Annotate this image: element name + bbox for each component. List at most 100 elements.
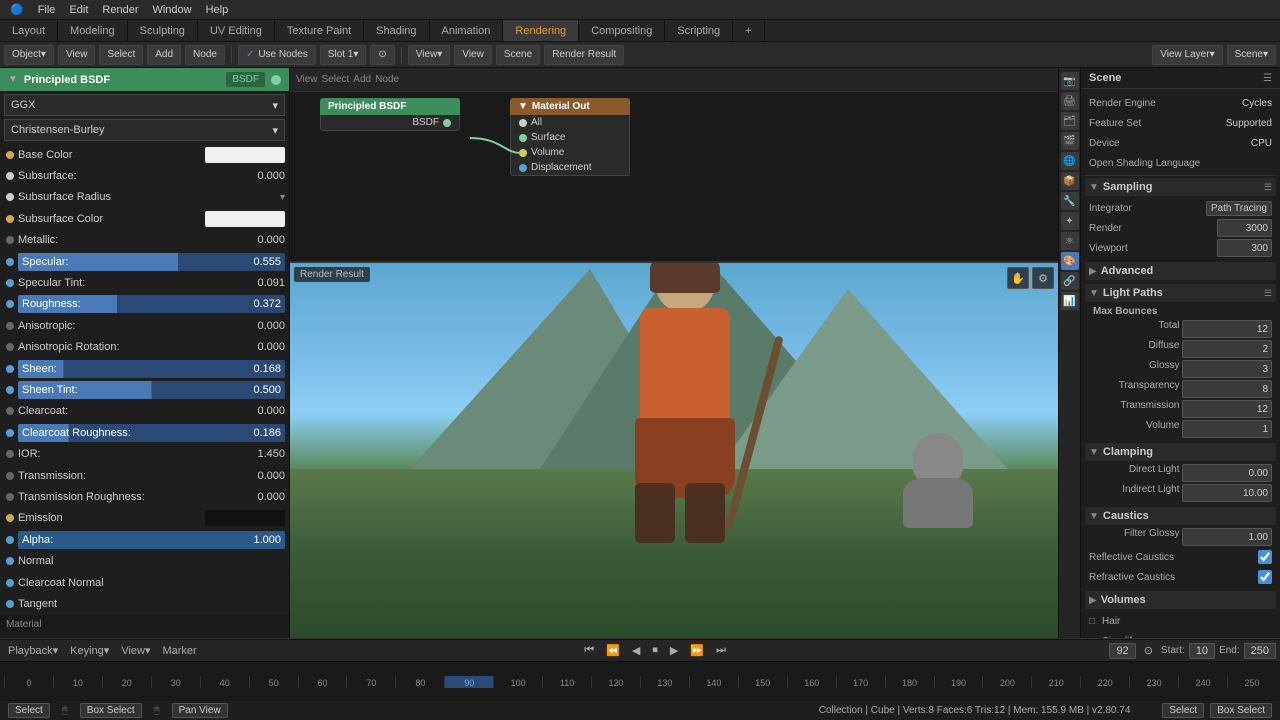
node-editor-menu-add[interactable]: Add [353, 74, 371, 85]
step-fwd-btn[interactable]: ⏩ [686, 644, 708, 657]
sampling-header[interactable]: ▼ Sampling ☰ [1085, 178, 1276, 196]
status-select2-btn[interactable]: Select [1162, 703, 1204, 718]
world-icon[interactable]: 🌐 [1061, 152, 1079, 170]
viewport[interactable]: ✋ ⚙ Render Result [290, 263, 1058, 638]
refractive-caustics-checkbox[interactable] [1258, 570, 1272, 584]
jump-start-btn[interactable]: ⏮ [580, 644, 598, 657]
reflective-caustics-checkbox[interactable] [1258, 550, 1272, 564]
tab-uv-editing[interactable]: UV Editing [198, 20, 275, 41]
filter-glossy-value[interactable]: 1.00 [1182, 528, 1273, 546]
node-editor-menu-node[interactable]: Node [375, 74, 399, 85]
toolbar-select[interactable]: Select [99, 45, 143, 65]
alpha-bar[interactable]: Alpha: 1.000 [18, 531, 285, 549]
toolbar-scene[interactable]: Scene [496, 45, 540, 65]
anisotropic-rotation-value[interactable]: 0.000 [240, 341, 285, 353]
clamping-header[interactable]: ▼ Clamping [1085, 443, 1276, 461]
start-frame[interactable]: 10 [1189, 643, 1215, 659]
current-frame[interactable]: 92 [1109, 643, 1135, 659]
subsurface-radius-arrow[interactable]: ▾ [280, 192, 285, 203]
sheen-bar[interactable]: Sheen: 0.168 [18, 360, 285, 378]
light-paths-header[interactable]: ▼ Light Paths ☰ [1085, 284, 1276, 302]
menu-edit[interactable]: Edit [63, 0, 94, 19]
step-back-btn[interactable]: ⏪ [602, 644, 624, 657]
end-frame[interactable]: 250 [1244, 643, 1276, 659]
viewport-hand-icon[interactable]: ✋ [1007, 267, 1029, 289]
playback-btn[interactable]: Playback▾ [4, 644, 62, 657]
material-icon-active[interactable]: 🎨 [1061, 252, 1079, 270]
scene-panel-menu[interactable]: ☰ [1263, 73, 1272, 84]
status-select-btn[interactable]: Select [8, 703, 50, 718]
direct-light-value[interactable]: 0.00 [1182, 464, 1273, 482]
sampling-menu-icon[interactable]: ☰ [1264, 182, 1272, 193]
jump-end-btn[interactable]: ⏭ [712, 644, 730, 657]
ggx-dropdown[interactable]: GGX ▾ [4, 94, 285, 116]
transmission-lp-value[interactable]: 12 [1182, 400, 1273, 418]
specular-bar[interactable]: Specular: 0.555 [18, 253, 285, 271]
subsurface-value[interactable]: 0.000 [240, 170, 285, 182]
tab-sculpting[interactable]: Sculpting [128, 20, 198, 41]
tab-texture-paint[interactable]: Texture Paint [275, 20, 364, 41]
toolbar-btn-circle[interactable]: ⊙ [370, 45, 394, 65]
menu-render[interactable]: Render [96, 0, 144, 19]
status-pan-btn[interactable]: Pan View [172, 703, 228, 718]
output-icon[interactable]: 🖨 [1061, 92, 1079, 110]
play-back-btn[interactable]: ◀ [628, 644, 644, 657]
tab-compositing[interactable]: Compositing [579, 20, 665, 41]
node-collapse-arrow[interactable]: ▼ [8, 74, 18, 85]
tab-add[interactable]: + [733, 20, 764, 41]
tab-layout[interactable]: Layout [0, 20, 58, 41]
data-icon[interactable]: 📊 [1061, 292, 1079, 310]
viewport-samples-input[interactable] [1217, 239, 1272, 257]
total-value[interactable]: 12 [1182, 320, 1273, 338]
ior-value[interactable]: 1.450 [240, 448, 285, 460]
node-editor-menu-view[interactable]: View [296, 74, 318, 85]
timeline-ruler[interactable]: 0 10 20 30 40 50 60 70 80 90 100 110 120… [0, 661, 1280, 701]
status-box-select-btn[interactable]: Box Select [80, 703, 142, 718]
scene-icon[interactable]: 🎬 [1061, 132, 1079, 150]
tab-modeling[interactable]: Modeling [58, 20, 128, 41]
constraint-icon[interactable]: 🔗 [1061, 272, 1079, 290]
keying-btn[interactable]: Keying▾ [66, 644, 113, 657]
clearcoat-value[interactable]: 0.000 [240, 405, 285, 417]
caustics-header[interactable]: ▼ Caustics [1085, 507, 1276, 525]
toolbar-render-result[interactable]: Render Result [544, 45, 624, 65]
tab-rendering[interactable]: Rendering [503, 20, 579, 41]
node-output-connector[interactable] [271, 75, 281, 85]
toolbar-scene2[interactable]: Scene▾ [1227, 45, 1276, 65]
specular-tint-value[interactable]: 0.091 [240, 277, 285, 289]
menu-window[interactable]: Window [146, 0, 197, 19]
use-nodes-btn[interactable]: ✓ Use Nodes [238, 45, 316, 65]
status-box-select2-btn[interactable]: Box Select [1210, 703, 1272, 718]
render-icon[interactable]: 📷 [1061, 72, 1079, 90]
view-layer-icon[interactable]: 🗂 [1061, 112, 1079, 130]
node-editor-menu-select[interactable]: Select [322, 74, 350, 85]
physics-icon[interactable]: ⚛ [1061, 232, 1079, 250]
menu-file[interactable]: File [32, 0, 62, 19]
base-color-swatch[interactable] [205, 147, 285, 163]
volumes-header[interactable]: ▶ Volumes [1085, 591, 1276, 609]
toolbar-object[interactable]: Object▾ [4, 45, 54, 65]
subsurface-color-swatch[interactable] [205, 211, 285, 227]
stop-btn[interactable]: ⏹ [648, 644, 662, 657]
volume-lp-value[interactable]: 1 [1182, 420, 1273, 438]
marker-btn[interactable]: Marker [158, 645, 200, 657]
tab-animation[interactable]: Animation [430, 20, 504, 41]
transparency-value[interactable]: 8 [1182, 380, 1273, 398]
render-samples-input[interactable] [1217, 219, 1272, 237]
metallic-value[interactable]: 0.000 [240, 234, 285, 246]
transmission-roughness-value[interactable]: 0.000 [240, 491, 285, 503]
sheen-tint-bar[interactable]: Sheen Tint: 0.500 [18, 381, 285, 399]
toolbar-node[interactable]: Node [185, 45, 225, 65]
roughness-bar[interactable]: Roughness: 0.372 [18, 295, 285, 313]
menu-help[interactable]: Help [200, 0, 235, 19]
anisotropic-value[interactable]: 0.000 [240, 320, 285, 332]
view-tl-btn[interactable]: View▾ [117, 644, 154, 657]
clearcoat-roughness-bar[interactable]: Clearcoat Roughness: 0.186 [18, 424, 285, 442]
advanced-header[interactable]: ▶ Advanced [1085, 262, 1276, 280]
emission-swatch[interactable] [205, 510, 285, 526]
tab-scripting[interactable]: Scripting [665, 20, 733, 41]
toolbar-view3[interactable]: View [454, 45, 492, 65]
blender-logo[interactable]: 🔵 [4, 0, 30, 19]
toolbar-add[interactable]: Add [147, 45, 181, 65]
modifier-icon[interactable]: 🔧 [1061, 192, 1079, 210]
